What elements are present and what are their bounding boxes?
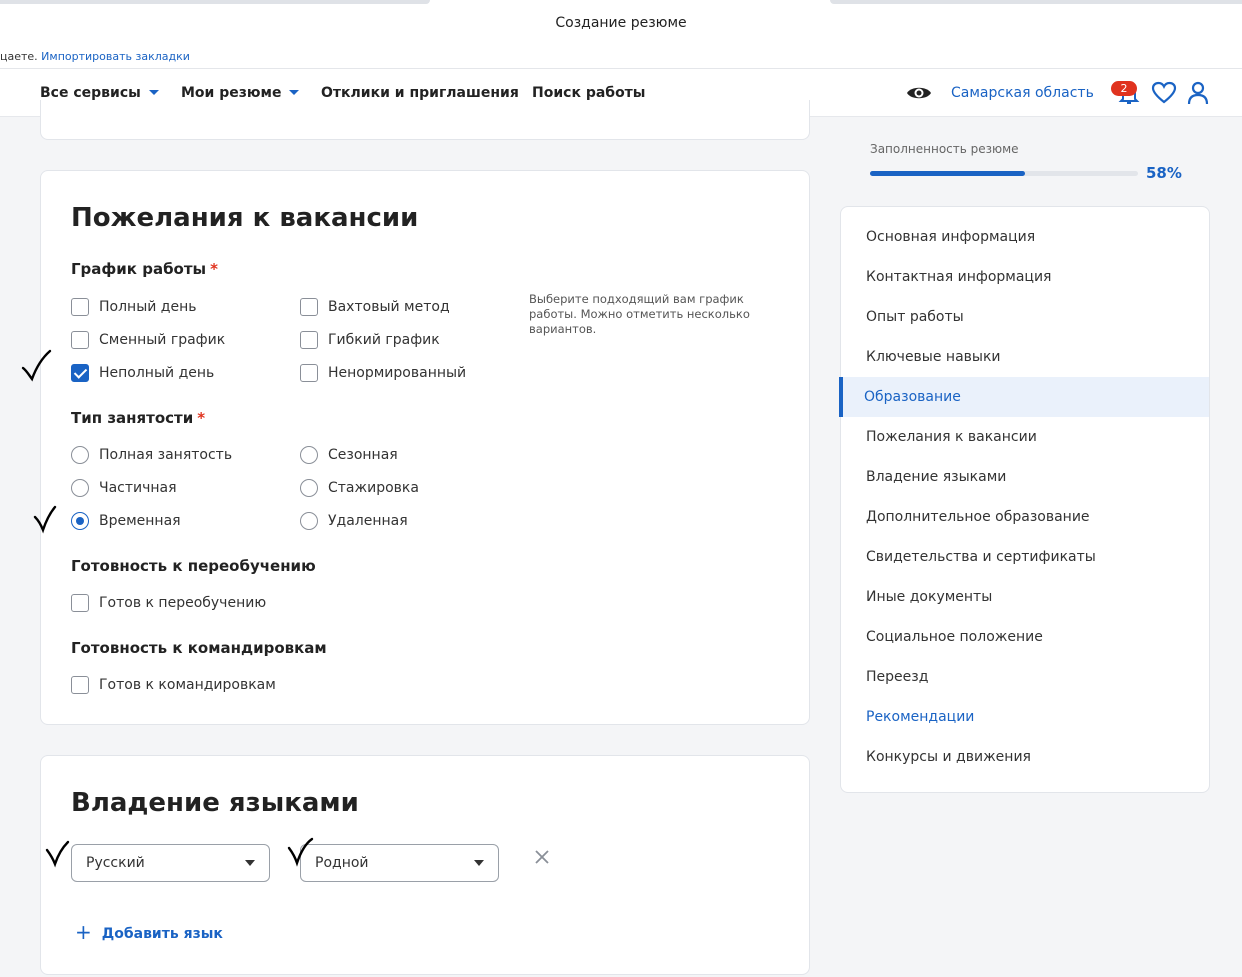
- radio-button[interactable]: [300, 479, 318, 497]
- chevron-down-icon: [148, 90, 159, 95]
- checkbox[interactable]: [300, 331, 318, 349]
- employment-label-text: Тип занятости: [71, 409, 194, 427]
- progress-bar: [870, 171, 1138, 176]
- business-trips-label: Готовность к командировкам: [71, 639, 327, 657]
- handdrawn-check-mark: [33, 505, 57, 534]
- languages-card: Владение языками Русский Родной + Добавит…: [40, 755, 810, 975]
- language-level-value: Родной: [315, 855, 369, 871]
- side-nav-item-other-documents[interactable]: Иные документы: [841, 577, 1209, 617]
- handdrawn-check-mark: [287, 837, 314, 867]
- nav-all-services-label: Все сервисы: [40, 85, 141, 101]
- browser-tab-right[interactable]: [830, 0, 1242, 4]
- language-select[interactable]: Русский: [71, 844, 270, 882]
- browser-titlebar: Создание резюме: [0, 0, 1242, 44]
- eye-icon[interactable]: [906, 83, 932, 103]
- add-language-label: Добавить язык: [101, 926, 223, 942]
- schedule-label-text: График работы: [71, 260, 207, 278]
- nav-my-resumes-label: Мои резюме: [181, 85, 282, 101]
- checkbox[interactable]: [71, 331, 89, 349]
- option-label: Сезонная: [328, 447, 398, 463]
- checkbox[interactable]: [71, 594, 89, 612]
- option-label: Неполный день: [99, 365, 215, 381]
- checkbox[interactable]: [300, 364, 318, 382]
- retraining-label: Готовность к переобучению: [71, 557, 316, 575]
- side-nav-item-experience[interactable]: Опыт работы: [841, 297, 1209, 337]
- vacancy-wishes-title: Пожелания к вакансии: [71, 203, 419, 233]
- bookmarks-text: цаете.: [0, 50, 38, 63]
- radio-button[interactable]: [300, 512, 318, 530]
- add-language-button[interactable]: + Добавить язык: [75, 922, 223, 942]
- caret-down-icon: [245, 860, 255, 866]
- checkbox[interactable]: [71, 676, 89, 694]
- handdrawn-check-mark: [21, 349, 52, 382]
- side-nav-item-education[interactable]: Образование: [839, 377, 1209, 417]
- chevron-down-icon: [289, 90, 300, 95]
- required-mark: *: [210, 260, 218, 278]
- handdrawn-check-mark: [45, 840, 70, 868]
- option-label: Удаленная: [328, 513, 408, 529]
- option-label: Сменный график: [99, 332, 226, 348]
- caret-down-icon: [474, 860, 484, 866]
- radio-button[interactable]: [300, 446, 318, 464]
- schedule-label: График работы *: [71, 260, 218, 278]
- radio-button[interactable]: [71, 479, 89, 497]
- vacancy-wishes-card: Пожелания к вакансии График работы * Полн…: [40, 170, 810, 725]
- region-link[interactable]: Самарская область: [951, 69, 1094, 117]
- resume-sections-nav: Основная информация Контактная информаци…: [839, 206, 1210, 793]
- language-select-value: Русский: [86, 855, 145, 871]
- user-icon[interactable]: [1186, 80, 1210, 106]
- bookmarks-bar: цаете. Импортировать закладки: [0, 44, 1242, 69]
- checkbox[interactable]: [71, 298, 89, 316]
- plus-icon: +: [75, 920, 92, 944]
- languages-title: Владение языками: [71, 788, 359, 818]
- close-icon[interactable]: [532, 847, 552, 867]
- side-nav-item-skills[interactable]: Ключевые навыки: [841, 337, 1209, 377]
- side-nav-item-social-status[interactable]: Социальное положение: [841, 617, 1209, 657]
- import-bookmarks-link[interactable]: Импортировать закладки: [41, 50, 190, 63]
- side-nav-item-basic-info[interactable]: Основная информация: [841, 217, 1209, 257]
- progress-label: Заполненность резюме: [870, 142, 1019, 156]
- notifications-badge: 2: [1111, 81, 1137, 96]
- side-nav-item-contacts[interactable]: Контактная информация: [841, 257, 1209, 297]
- previous-section-card: [40, 100, 810, 140]
- option-label: Полный день: [99, 299, 197, 315]
- option-label: Временная: [99, 513, 181, 529]
- option-label: Полная занятость: [99, 447, 233, 463]
- side-nav-item-recommendations[interactable]: Рекомендации: [841, 697, 1209, 737]
- radio-button-selected[interactable]: [71, 512, 89, 530]
- option-label: Готов к переобучению: [99, 595, 267, 611]
- option-label: Гибкий график: [328, 332, 440, 348]
- option-label: Стажировка: [328, 480, 419, 496]
- option-label: Вахтовый метод: [328, 299, 450, 315]
- side-nav-item-certificates[interactable]: Свидетельства и сертификаты: [841, 537, 1209, 577]
- option-label: Готов к командировкам: [99, 677, 276, 693]
- required-mark: *: [197, 409, 206, 427]
- option-label: Ненормированный: [328, 365, 467, 381]
- browser-tab-left[interactable]: [0, 0, 430, 4]
- window-title: Создание резюме: [555, 15, 687, 31]
- checkbox[interactable]: [300, 298, 318, 316]
- language-level-select[interactable]: Родной: [300, 844, 499, 882]
- side-nav-item-languages[interactable]: Владение языками: [841, 457, 1209, 497]
- option-label: Частичная: [99, 480, 177, 496]
- side-nav-item-contests[interactable]: Конкурсы и движения: [841, 737, 1209, 777]
- employment-label: Тип занятости *: [71, 409, 205, 427]
- checkbox-checked[interactable]: [71, 364, 89, 382]
- schedule-hint: Выберите подходящий вам график работы. М…: [529, 292, 750, 336]
- radio-button[interactable]: [71, 446, 89, 464]
- progress-percent: 58%: [1146, 164, 1182, 182]
- side-nav-item-relocation[interactable]: Переезд: [841, 657, 1209, 697]
- side-nav-item-wishes[interactable]: Пожелания к вакансии: [841, 417, 1209, 457]
- heart-icon[interactable]: [1151, 80, 1177, 106]
- progress-bar-fill: [870, 171, 1026, 176]
- side-nav-item-additional-education[interactable]: Дополнительное образование: [841, 497, 1209, 537]
